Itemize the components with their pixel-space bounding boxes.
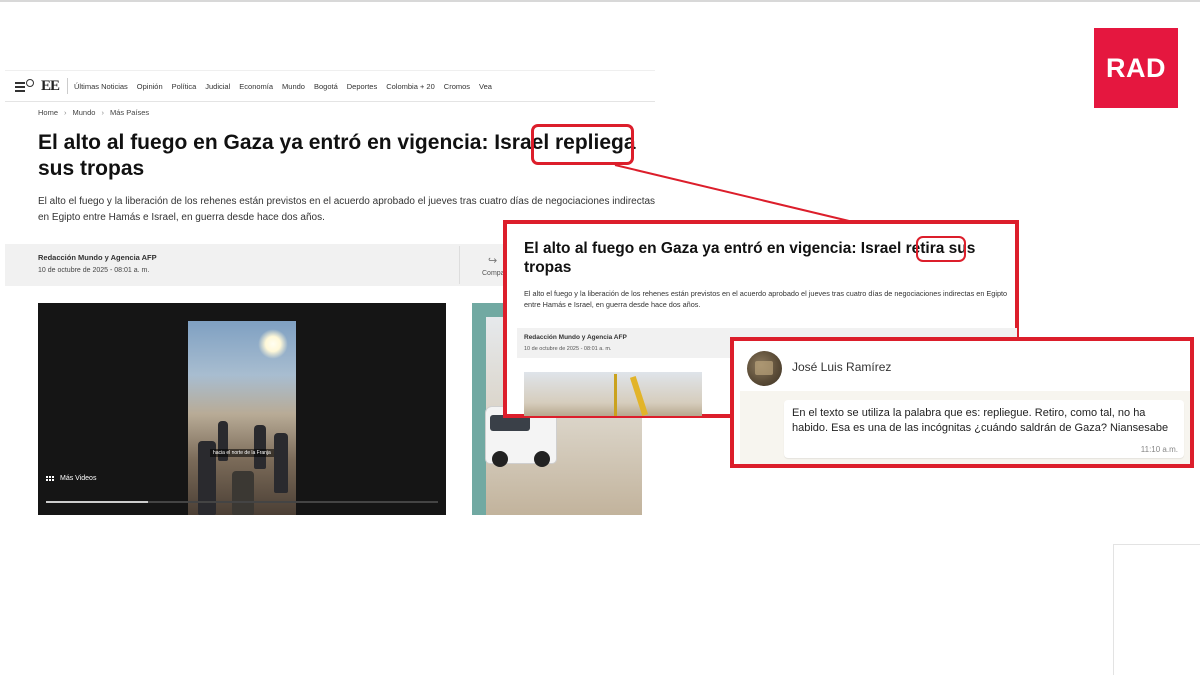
rad-logo: RAD: [1094, 28, 1178, 108]
zoom-subtitle: El alto el fuego y la liberación de los …: [524, 289, 1008, 309]
message-text: En el texto se utiliza la palabra que es…: [792, 407, 1169, 434]
message-time: 11:10 a.m.: [1140, 445, 1178, 454]
highlight-retira: [916, 236, 966, 262]
highlight-repliega: [531, 124, 634, 165]
viewer-comment-box: José Luis Ramírez En el texto se utiliza…: [730, 337, 1194, 468]
zoom-photo: [524, 372, 702, 416]
avatar: [747, 351, 782, 386]
commenter-name: José Luis Ramírez: [792, 360, 892, 374]
corner-frame: [1113, 544, 1200, 675]
message-bubble: En el texto se utiliza la palabra que es…: [784, 400, 1184, 458]
zoom-byline-date: 10 de octubre de 2025 - 08:01 a. m.: [524, 346, 612, 352]
zoom-byline-author: Redacción Mundo y Agencia AFP: [524, 334, 627, 341]
